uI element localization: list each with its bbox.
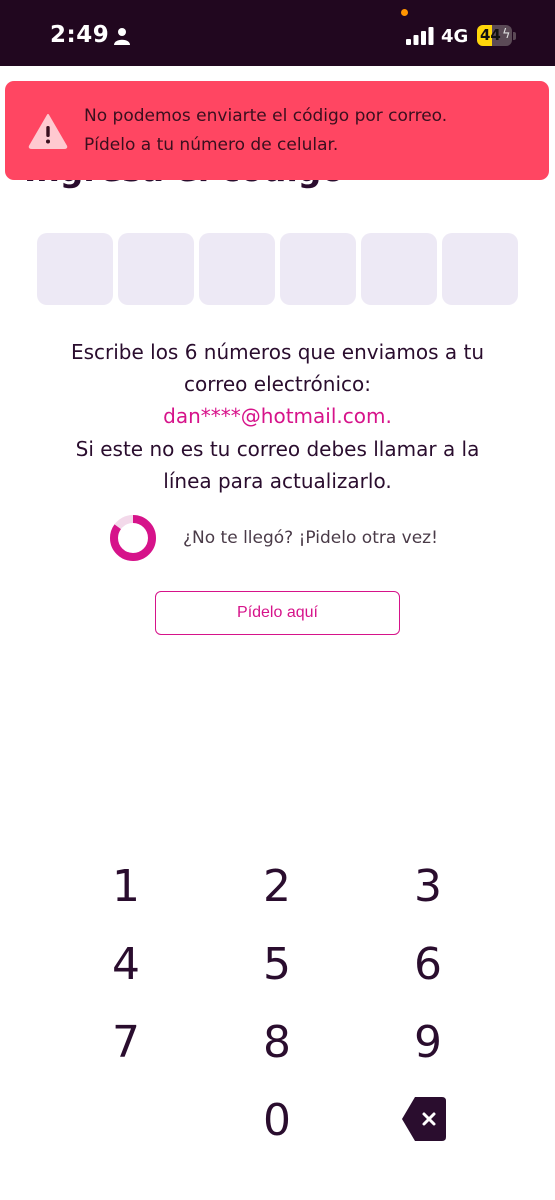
keypad-key-0[interactable]: 0 xyxy=(222,1088,332,1152)
keypad-key-1[interactable]: 1 xyxy=(71,854,181,918)
error-toast[interactable] xyxy=(5,81,549,180)
battery-percent: 44 xyxy=(480,26,501,44)
network-label: 4G xyxy=(441,26,469,47)
backspace-icon[interactable] xyxy=(401,1096,447,1142)
code-digit-input-2[interactable] xyxy=(118,233,194,305)
keypad-key-9[interactable]: 9 xyxy=(373,1010,483,1074)
instruction-line-3: Si este no es tu correo debes llamar a l… xyxy=(75,437,480,461)
keypad-key-2[interactable]: 2 xyxy=(222,854,332,918)
instruction-line-2: correo electrónico: xyxy=(183,372,371,396)
charging-bolt-icon: ϟ xyxy=(502,27,511,42)
keypad-key-4[interactable]: 4 xyxy=(71,932,181,996)
code-digit-input-5[interactable] xyxy=(361,233,437,305)
toast-message-line-2: Pídelo a tu número de celular. xyxy=(84,135,339,155)
resend-prompt: ¿No te llegó? ¡Pidelo otra vez! xyxy=(183,528,438,548)
signal-icon xyxy=(406,27,434,45)
code-digit-input-1[interactable] xyxy=(37,233,113,305)
masked-email: dan****@hotmail.com. xyxy=(163,404,392,428)
keypad-key-5[interactable]: 5 xyxy=(222,932,332,996)
person-icon xyxy=(114,28,130,45)
status-time: 2:49 xyxy=(50,22,110,48)
toast-message-line-1: No podemos enviarte el código por correo… xyxy=(84,106,448,126)
status-bar: 2:49 4G 44 ϟ xyxy=(0,0,555,66)
battery-icon: 44 ϟ xyxy=(477,25,517,47)
keypad-key-3[interactable]: 3 xyxy=(373,854,483,918)
instruction-line-4: línea para actualizarlo. xyxy=(163,469,392,493)
code-digit-input-4[interactable] xyxy=(280,233,356,305)
keypad-key-7[interactable]: 7 xyxy=(71,1010,181,1074)
keypad-key-6[interactable]: 6 xyxy=(373,932,483,996)
code-digit-input-3[interactable] xyxy=(199,233,275,305)
resend-code-button[interactable]: Pídelo aquí xyxy=(155,591,400,635)
instruction-line-1: Escribe los 6 números que enviamos a tu xyxy=(70,340,485,364)
countdown-timer-icon xyxy=(110,515,156,561)
warning-icon xyxy=(28,114,68,149)
code-digit-input-6[interactable] xyxy=(442,233,518,305)
privacy-indicator-dot xyxy=(401,9,408,16)
keypad-key-8[interactable]: 8 xyxy=(222,1010,332,1074)
